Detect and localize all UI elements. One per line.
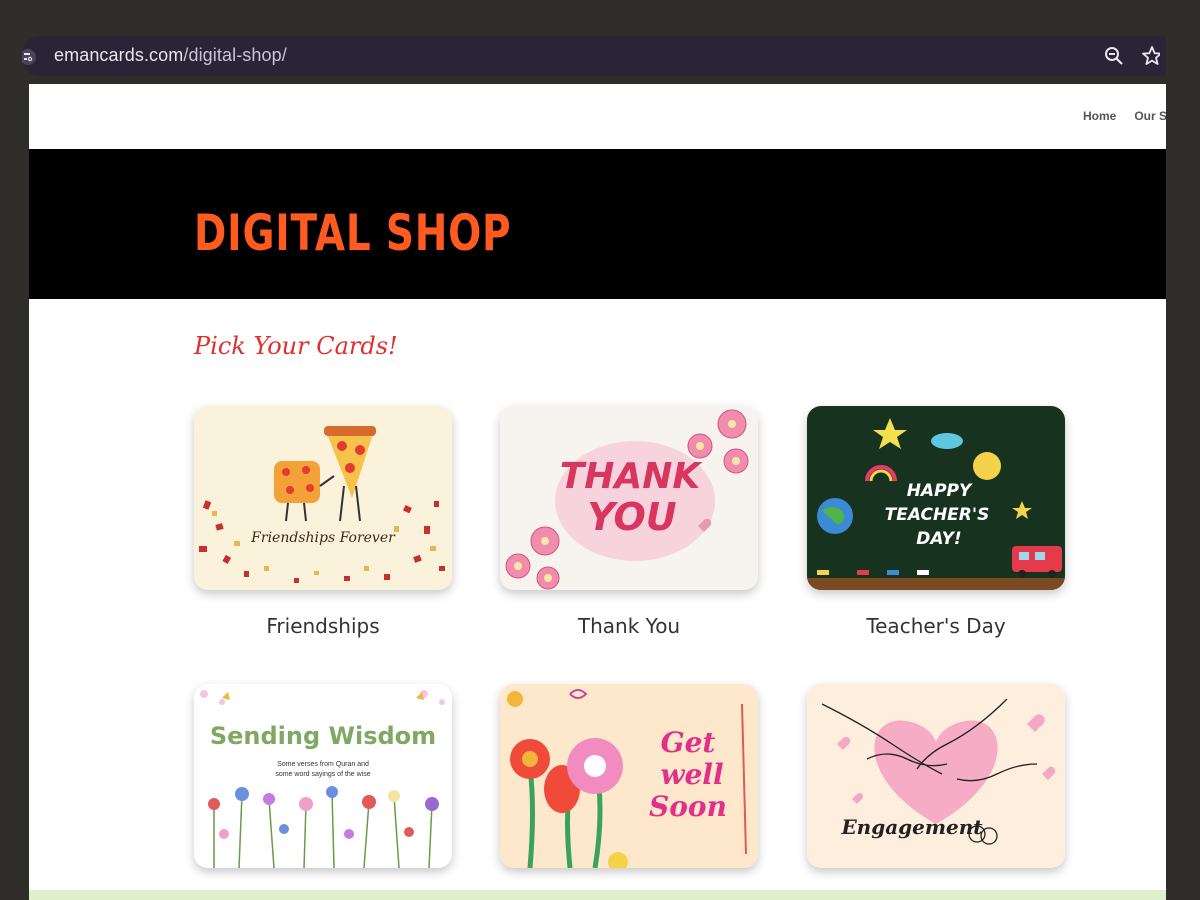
card-thank-you[interactable]: THANK YOU Thank You: [500, 406, 758, 638]
page-title: DIGITAL SHOP: [194, 204, 512, 262]
card-engagement[interactable]: Engagement: [807, 684, 1065, 868]
section-heading: Pick Your Cards!: [194, 332, 398, 360]
teachers-day-artwork: HAPPY TEACHER'S DAY!: [807, 406, 1065, 590]
url-path: /digital-shop/: [183, 45, 287, 65]
address-bar-edge: [1160, 36, 1166, 76]
thank-you-artwork: THANK YOU: [500, 406, 758, 590]
card-friendships[interactable]: Friendships Forever Friendships: [194, 406, 452, 638]
get-well-art-line3: Soon: [649, 790, 727, 823]
teachers-art-line2: TEACHER'S: [885, 505, 990, 525]
engagement-art-text: Engagement: [840, 815, 983, 839]
friendships-artwork: Friendships Forever: [194, 406, 452, 590]
card-label-teachers-day[interactable]: Teacher's Day: [807, 614, 1065, 638]
main-nav: Home Our S: [1083, 109, 1166, 123]
wisdom-art-title: Sending Wisdom: [210, 722, 436, 750]
teachers-art-line3: DAY!: [916, 529, 961, 549]
web-page: Home Our S DIGITAL SHOP Pick Your Cards!: [29, 84, 1166, 900]
thank-you-art-line2: YOU: [587, 495, 676, 539]
url-text[interactable]: emancards.com/digital-shop/: [54, 45, 287, 66]
card-sending-wisdom[interactable]: Sending Wisdom Some verses from Quran an…: [194, 684, 452, 868]
card-image-sending-wisdom[interactable]: Sending Wisdom Some verses from Quran an…: [194, 684, 452, 868]
url-host: emancards.com: [54, 45, 184, 65]
address-bar[interactable]: emancards.com/digital-shop/: [22, 36, 1162, 76]
thank-you-art-line1: THANK: [560, 456, 704, 497]
get-well-soon-artwork: Get well Soon: [500, 684, 758, 868]
card-image-teachers-day[interactable]: HAPPY TEACHER'S DAY!: [807, 406, 1065, 590]
nav-home-link[interactable]: Home: [1083, 109, 1116, 123]
card-image-get-well-soon[interactable]: Get well Soon: [500, 684, 758, 868]
card-get-well-soon[interactable]: Get well Soon: [500, 684, 758, 868]
card-label-friendships[interactable]: Friendships: [194, 614, 452, 638]
teachers-art-line1: HAPPY: [907, 481, 973, 501]
wisdom-art-sub2: some word sayings of the wise: [275, 771, 370, 778]
hero-banner: DIGITAL SHOP: [29, 149, 1166, 299]
friendships-art-text: Friendships Forever: [250, 530, 396, 546]
get-well-art-line2: well: [660, 758, 723, 791]
card-image-engagement[interactable]: Engagement: [807, 684, 1065, 868]
get-well-art-line1: Get: [661, 726, 716, 759]
sending-wisdom-artwork: Sending Wisdom Some verses from Quran an…: [194, 684, 452, 868]
card-label-thank-you[interactable]: Thank You: [500, 614, 758, 638]
nav-our-link[interactable]: Our S: [1134, 109, 1166, 123]
card-teachers-day[interactable]: HAPPY TEACHER'S DAY! Teacher's Day: [807, 406, 1065, 638]
card-image-friendships[interactable]: Friendships Forever: [194, 406, 452, 590]
engagement-artwork: Engagement: [807, 684, 1065, 868]
bottom-strip: [29, 890, 1166, 900]
wisdom-art-sub1: Some verses from Quran and: [277, 761, 369, 768]
card-image-thank-you[interactable]: THANK YOU: [500, 406, 758, 590]
site-info-icon[interactable]: [22, 48, 40, 66]
zoom-icon[interactable]: [1102, 44, 1126, 68]
